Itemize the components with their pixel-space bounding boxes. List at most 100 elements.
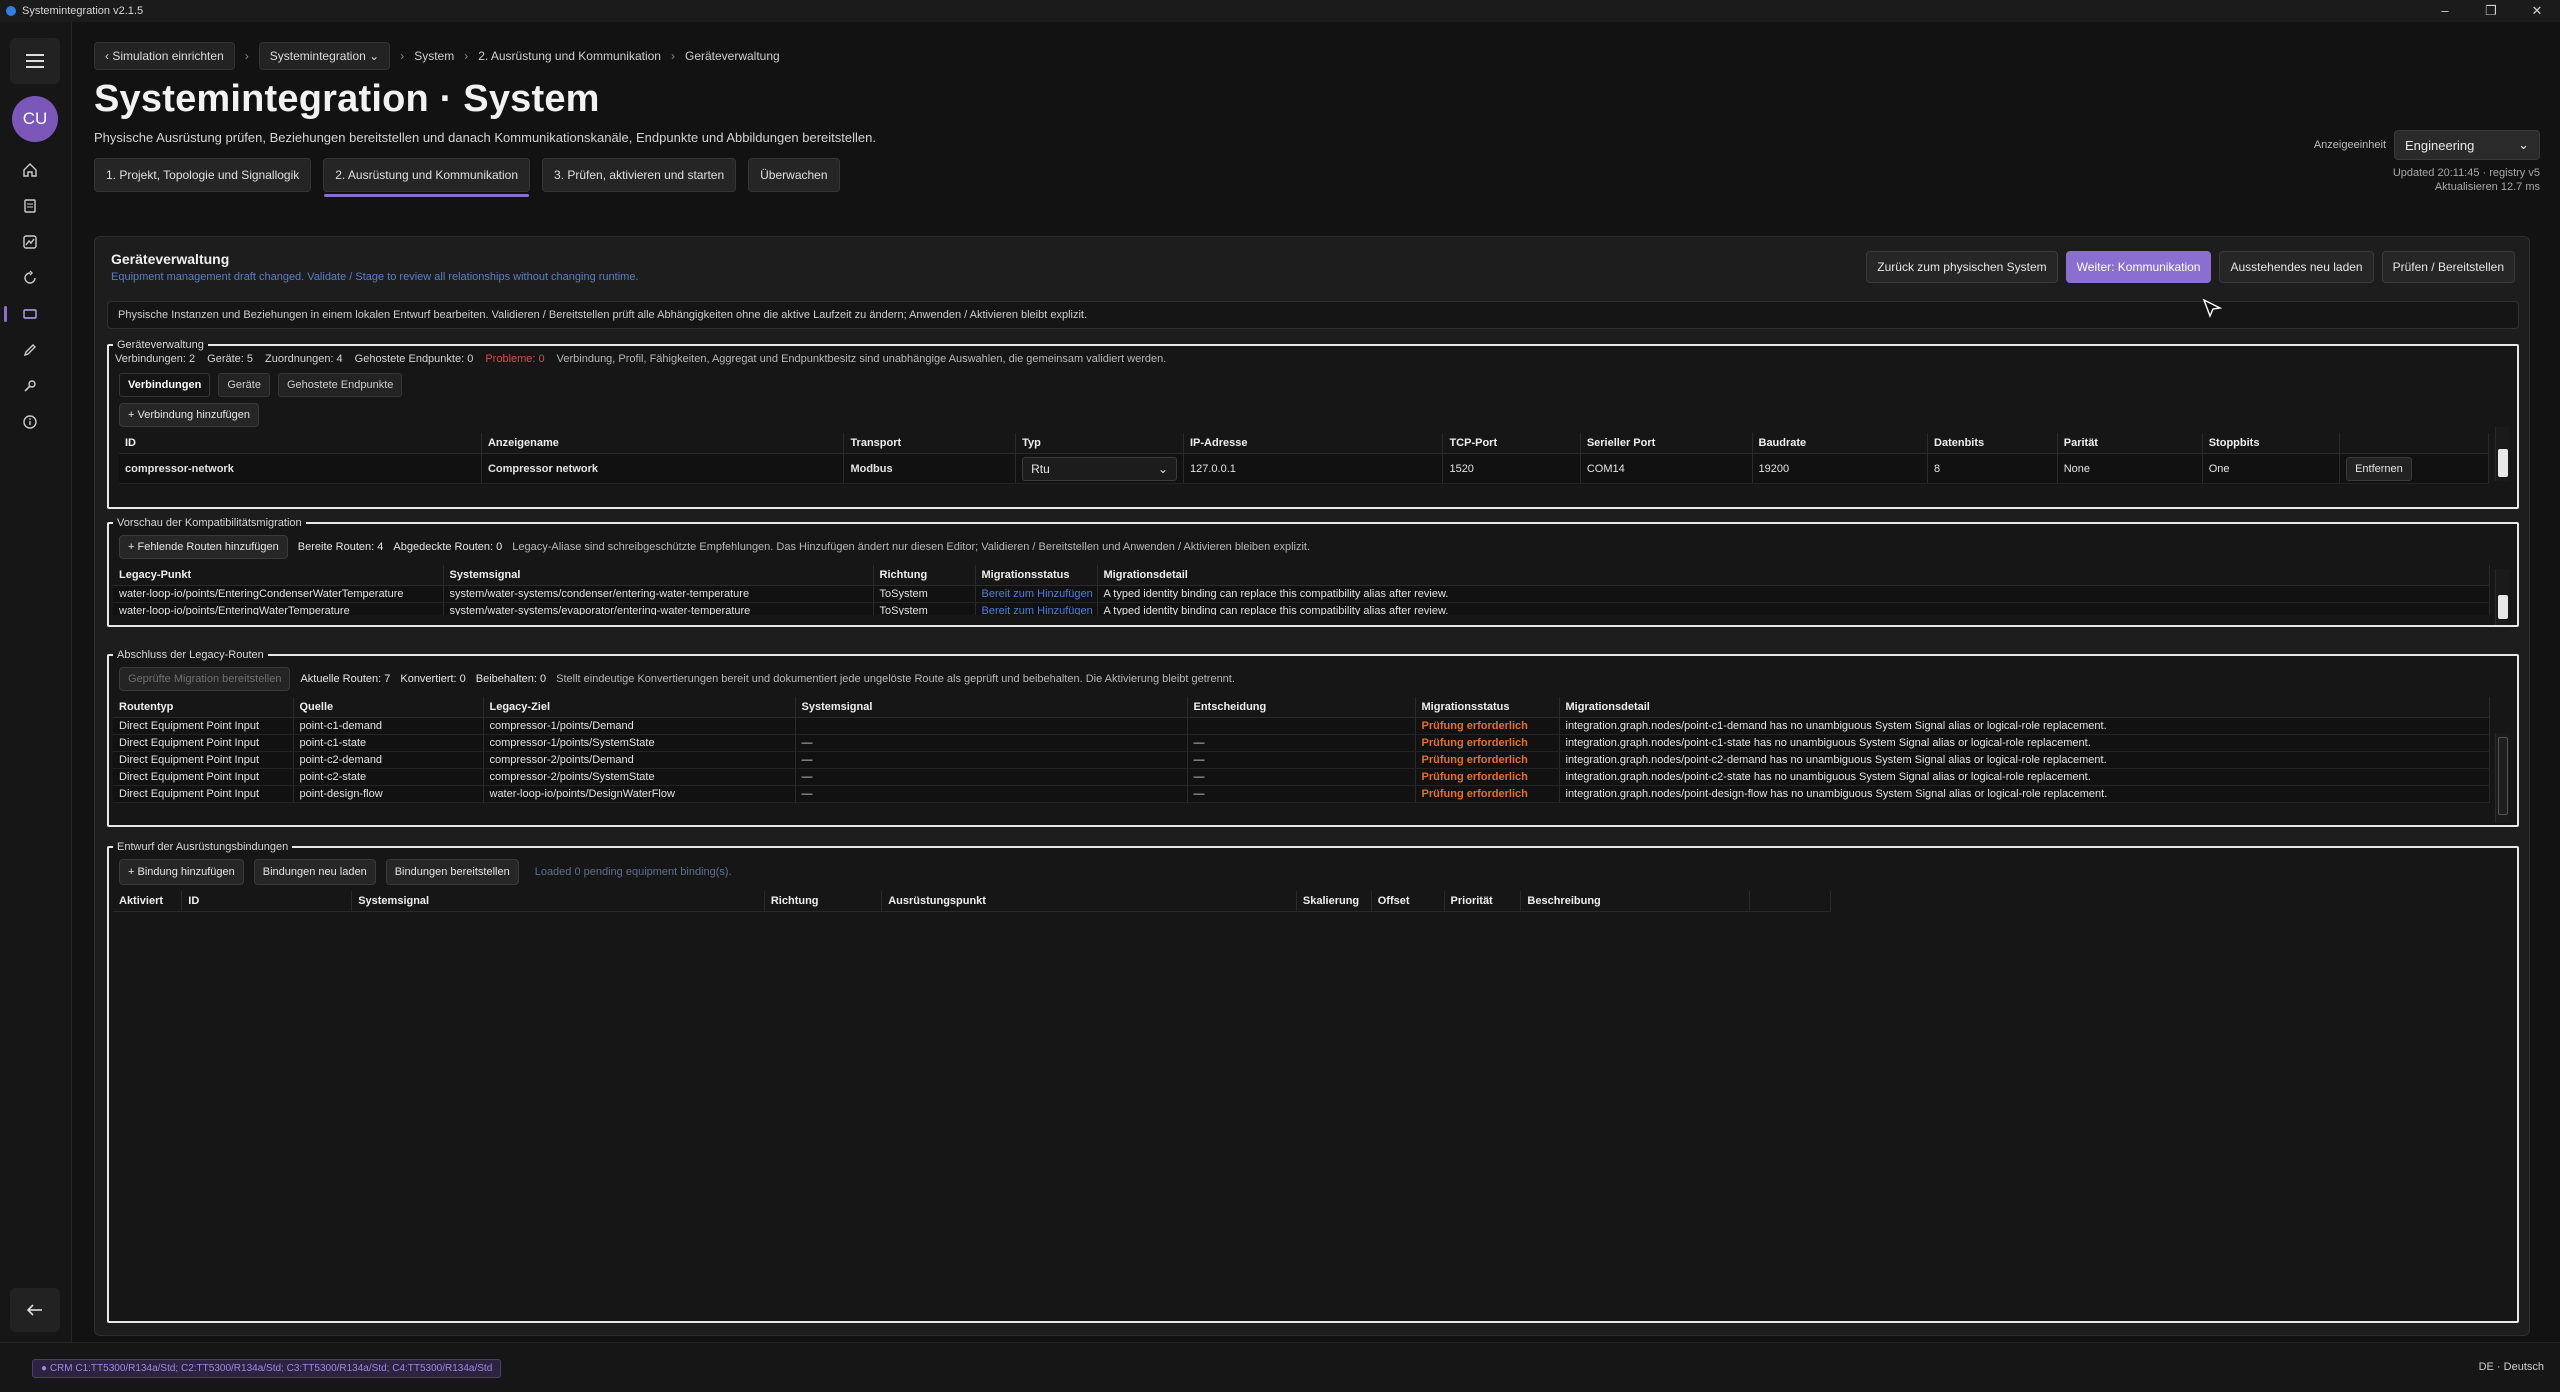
compressor-status-chip[interactable]: ● CRM C1:TT5300/R134a/Std; C2:TT5300/R13… <box>32 1359 502 1378</box>
column-header[interactable]: Systemsignal <box>443 565 874 586</box>
column-header[interactable]: ID <box>181 891 353 912</box>
column-header[interactable]: Legacy-Punkt <box>113 565 444 586</box>
column-header[interactable]: Routentyp <box>113 697 294 718</box>
decision-cell[interactable]: — <box>1187 768 1416 786</box>
context-dropdown[interactable]: Systemintegration ⌄ <box>258 42 391 70</box>
step-monitor[interactable]: Überwachen <box>748 158 840 192</box>
connections-scrollbar[interactable] <box>2495 427 2509 481</box>
avatar[interactable]: CU <box>12 96 58 142</box>
column-header[interactable]: Anzeigename <box>481 433 845 454</box>
column-header[interactable]: IP-Adresse <box>1183 433 1444 454</box>
connection-stopbits-cell[interactable]: One <box>2202 453 2341 484</box>
type-select[interactable]: Rtu ⌄ <box>1022 456 1177 481</box>
collapse-back-button[interactable] <box>10 1288 60 1332</box>
column-header[interactable]: Skalierung <box>1296 891 1372 912</box>
reload-pending-button[interactable]: Ausstehendes neu laden <box>2219 251 2374 283</box>
minimize-button[interactable]: – <box>2422 0 2468 22</box>
back-to-physical-system-button[interactable]: Zurück zum physischen System <box>1866 251 2058 283</box>
system-signal-cell[interactable]: — <box>795 751 1188 769</box>
connection-parity-cell[interactable]: None <box>2057 453 2203 484</box>
step-equipment-communication[interactable]: 2. Ausrüstung und Kommunikation <box>323 158 531 197</box>
connection-databits-cell[interactable]: 8 <box>1927 453 2058 484</box>
connection-id-cell[interactable]: compressor-network <box>119 453 482 484</box>
column-header[interactable]: Migrationsstatus <box>1415 697 1560 718</box>
validate-stage-button[interactable]: Prüfen / Bereitstellen <box>2381 251 2515 283</box>
unit-select[interactable]: Engineering ⌄ <box>2394 130 2540 160</box>
tab-devices[interactable]: Geräte <box>218 373 270 397</box>
column-header[interactable]: Beschreibung <box>1520 891 1750 912</box>
document-icon[interactable] <box>20 196 40 216</box>
column-header[interactable]: Transport <box>843 433 1017 454</box>
stage-bindings-button[interactable]: Bindungen bereitstellen <box>385 859 519 885</box>
column-header[interactable]: Parität <box>2057 433 2203 454</box>
column-header[interactable]: Priorität <box>1444 891 1522 912</box>
step-validate-activate[interactable]: 3. Prüfen, aktivieren und starten <box>542 158 737 192</box>
column-header[interactable]: Ausrüstungspunkt <box>881 891 1297 912</box>
column-header[interactable]: Baudrate <box>1752 433 1929 454</box>
decision-cell[interactable]: — <box>1187 785 1416 803</box>
maximize-button[interactable]: ❐ <box>2468 0 2514 22</box>
column-header[interactable]: Migrationsdetail <box>1097 565 2490 586</box>
scrollbar-thumb[interactable] <box>2498 737 2508 815</box>
system-signal-cell[interactable] <box>795 717 1188 735</box>
stage-reviewed-migration-button[interactable]: Geprüfte Migration bereitstellen <box>119 667 291 691</box>
back-to-simulation-button[interactable]: ‹ Simulation einrichten <box>94 42 235 70</box>
scrollbar-thumb[interactable] <box>2498 449 2508 477</box>
equipment-icon[interactable] <box>4 304 40 324</box>
connection-name-cell[interactable]: Compressor network <box>481 453 845 484</box>
add-binding-button[interactable]: + Bindung hinzufügen <box>119 859 244 885</box>
column-header[interactable]: Quelle <box>293 697 484 718</box>
breadcrumb-item-equipment-communication[interactable]: 2. Ausrüstung und Kommunikation <box>478 49 661 63</box>
breadcrumb-item-system[interactable]: System <box>414 49 454 63</box>
system-signal-cell[interactable]: — <box>795 734 1188 752</box>
wrench-icon[interactable] <box>20 376 40 396</box>
connection-baud-cell[interactable]: 19200 <box>1752 453 1929 484</box>
chart-icon[interactable] <box>20 232 40 252</box>
connection-transport-cell[interactable]: Modbus <box>843 453 1017 484</box>
decision-cell[interactable]: — <box>1187 751 1416 769</box>
column-header[interactable]: ID <box>119 433 482 454</box>
column-header[interactable]: Stoppbits <box>2202 433 2341 454</box>
pen-icon[interactable] <box>20 340 40 360</box>
column-header[interactable]: Systemsignal <box>795 697 1188 718</box>
column-header[interactable]: Migrationsdetail <box>1559 697 2490 718</box>
sync-icon[interactable] <box>20 268 40 288</box>
column-header[interactable]: Typ <box>1015 433 1184 454</box>
column-header[interactable]: Legacy-Ziel <box>483 697 796 718</box>
close-button[interactable]: ✕ <box>2514 0 2560 22</box>
column-header[interactable]: Migrationsstatus <box>975 565 1098 586</box>
decision-cell[interactable] <box>1187 717 1416 735</box>
connection-tcp-port-cell[interactable]: 1520 <box>1442 453 1581 484</box>
reload-bindings-button[interactable]: Bindungen neu laden <box>253 859 376 885</box>
column-header[interactable]: Datenbits <box>1927 433 2058 454</box>
next-communication-button[interactable]: Weiter: Kommunikation <box>2065 251 2212 283</box>
add-missing-routes-button[interactable]: + Fehlende Routen hinzufügen <box>119 535 288 559</box>
remove-connection-button[interactable]: Entfernen <box>2346 456 2412 481</box>
migration-status-link[interactable]: Bereit zum Hinzufügen <box>975 585 1098 603</box>
compat-scrollbar[interactable] <box>2495 569 2509 625</box>
step-project-topology[interactable]: 1. Projekt, Topologie und Signallogik <box>94 158 312 192</box>
column-header[interactable]: Systemsignal <box>351 891 765 912</box>
menu-button[interactable] <box>10 38 60 84</box>
decision-cell[interactable]: — <box>1187 734 1416 752</box>
connection-serial-port-cell[interactable]: COM14 <box>1580 453 1753 484</box>
column-header[interactable]: Offset <box>1371 891 1445 912</box>
system-signal-cell[interactable]: — <box>795 768 1188 786</box>
column-header[interactable]: Richtung <box>764 891 883 912</box>
language-indicator[interactable]: DE · Deutsch <box>2479 1361 2544 1373</box>
column-header[interactable]: Aktiviert <box>113 891 183 912</box>
column-header[interactable]: Richtung <box>873 565 976 586</box>
system-signal-cell[interactable]: — <box>795 785 1188 803</box>
add-connection-button[interactable]: + Verbindung hinzufügen <box>119 403 260 427</box>
info-icon[interactable] <box>20 412 40 432</box>
column-header[interactable]: Entscheidung <box>1187 697 1416 718</box>
tab-connections[interactable]: Verbindungen <box>119 373 211 397</box>
connection-ip-cell[interactable]: 127.0.0.1 <box>1183 453 1444 484</box>
column-header[interactable]: TCP-Port <box>1442 433 1581 454</box>
home-icon[interactable] <box>20 160 40 180</box>
scrollbar-thumb[interactable] <box>2498 595 2508 619</box>
tab-hosted-endpoints[interactable]: Gehostete Endpunkte <box>277 373 403 397</box>
legacy-scrollbar[interactable] <box>2495 733 2509 823</box>
migration-status-link[interactable]: Bereit zum Hinzufügen <box>975 602 1098 615</box>
column-header[interactable]: Serieller Port <box>1580 433 1753 454</box>
